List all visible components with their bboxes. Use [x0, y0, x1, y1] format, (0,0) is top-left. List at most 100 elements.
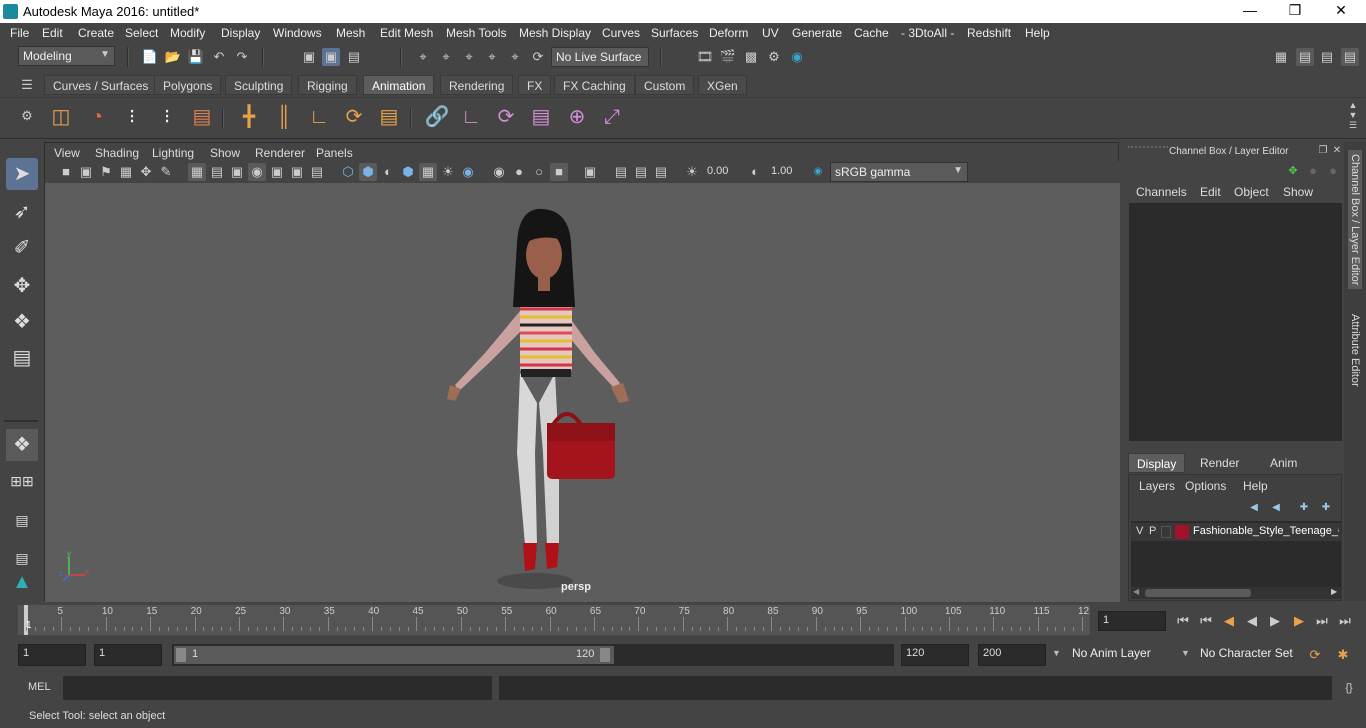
menu-generate[interactable]: Generate: [792, 26, 842, 40]
playback-start-field[interactable]: 1: [94, 644, 162, 666]
channel-list[interactable]: [1129, 203, 1342, 441]
anim-preferences-icon[interactable]: ✱: [1334, 646, 1352, 664]
xray-joints-icon[interactable]: ▤: [612, 163, 630, 181]
vp-menu-lighting[interactable]: Lighting: [152, 146, 194, 160]
field-chart-icon[interactable]: ▣: [268, 163, 286, 181]
mode-selector[interactable]: Modeling ▼: [18, 46, 115, 66]
move-tool-icon[interactable]: ✥: [6, 270, 38, 302]
tab-fx-caching[interactable]: FX Caching: [554, 75, 635, 95]
snap-point-icon[interactable]: ⌖: [460, 48, 478, 66]
isolate-select-icon[interactable]: ▣: [581, 163, 599, 181]
side-tab-attribute-editor[interactable]: Attribute Editor: [1348, 310, 1362, 391]
pole-vector-icon[interactable]: ⤢: [599, 104, 625, 130]
backface-icon[interactable]: ▤: [652, 163, 670, 181]
live-surface-field[interactable]: No Live Surface: [551, 47, 649, 67]
layer-row[interactable]: V P Fashionable_Style_Teenage_Girl: [1131, 523, 1341, 541]
menu-uv[interactable]: UV: [762, 26, 779, 40]
four-view-icon[interactable]: ⊞⊞: [6, 465, 38, 497]
xray-active-icon[interactable]: ▤: [632, 163, 650, 181]
exposure-field[interactable]: 0.00: [703, 163, 741, 181]
range-slider-track[interactable]: 1 120: [172, 644, 894, 666]
aim-constraint-icon[interactable]: ⊕: [564, 104, 590, 130]
camera-icon[interactable]: ■: [57, 163, 75, 181]
character-set-dropdown[interactable]: No Character Set: [1196, 644, 1298, 666]
tab-rendering[interactable]: Rendering: [440, 75, 514, 95]
step-forward-key-icon[interactable]: ⏭: [1313, 612, 1331, 630]
ghost-icon[interactable]: ⁝: [119, 104, 145, 130]
workspace-icon[interactable]: ▦: [1272, 48, 1290, 66]
scroll-left-icon[interactable]: ◀: [1133, 587, 1139, 596]
range-end-grip[interactable]: [600, 648, 610, 662]
menu-windows[interactable]: Windows: [273, 26, 322, 40]
screen-space-ao-icon[interactable]: ◉: [490, 163, 508, 181]
tab-display[interactable]: Display: [1128, 453, 1186, 473]
menu-curves[interactable]: Curves: [602, 26, 640, 40]
rotate-tool-icon[interactable]: ❖: [6, 306, 38, 338]
toggle-attribute-icon[interactable]: ▤: [1318, 48, 1336, 66]
tab-anim[interactable]: Anim: [1262, 453, 1306, 473]
use-all-lights-icon[interactable]: ▦: [419, 163, 437, 181]
layer-color-swatch[interactable]: [1175, 525, 1189, 539]
gear-icon[interactable]: ⚙: [18, 107, 36, 125]
textured-icon[interactable]: ⬢: [399, 163, 417, 181]
motion-trail-icon[interactable]: ◔: [84, 104, 110, 130]
new-layer-selected-icon[interactable]: ✚: [1317, 499, 1335, 517]
gamma-field[interactable]: 1.00: [767, 163, 801, 181]
point-constraint-icon[interactable]: ∟: [458, 104, 484, 130]
cb-layer-icon[interactable]: ●: [1324, 162, 1342, 180]
scale-constraint-icon[interactable]: ▤: [528, 104, 554, 130]
tab-render[interactable]: Render: [1192, 453, 1248, 473]
smooth-shade-icon[interactable]: ⬢: [359, 163, 377, 181]
wireframe-on-shaded-icon[interactable]: ◐: [379, 163, 397, 181]
set-key-rotate-icon[interactable]: ⟳: [341, 104, 367, 130]
make-live-icon[interactable]: ⟳: [529, 48, 547, 66]
menu-3dtoall[interactable]: - 3DtoAll -: [901, 26, 954, 40]
le-menu-options[interactable]: Options: [1185, 479, 1226, 493]
parent-constraint-icon[interactable]: 🔗: [424, 104, 450, 130]
vp-menu-renderer[interactable]: Renderer: [255, 146, 305, 160]
image-plane-icon[interactable]: ▦: [117, 163, 135, 181]
resolution-gate-icon[interactable]: ▣: [228, 163, 246, 181]
go-to-start-icon[interactable]: ⏮: [1174, 612, 1192, 630]
motion-blur-icon[interactable]: ●: [510, 163, 528, 181]
set-key-icon[interactable]: ╋: [236, 104, 262, 130]
grid-icon[interactable]: ▦: [188, 163, 206, 181]
snap-view-plane-icon[interactable]: ⌖: [483, 48, 501, 66]
open-scene-icon[interactable]: 📂: [164, 48, 182, 66]
menu-cache[interactable]: Cache: [854, 26, 889, 40]
render-view-icon[interactable]: 🎞: [696, 48, 714, 66]
animation-end-field[interactable]: 200: [978, 644, 1046, 666]
select-hierarchy-icon[interactable]: ▣: [300, 48, 318, 66]
select-component-icon[interactable]: ▤: [345, 48, 363, 66]
move-layer-up-icon[interactable]: ◀: [1245, 499, 1263, 517]
range-slider-handle[interactable]: [174, 646, 614, 664]
cb-menu-channels[interactable]: Channels: [1136, 185, 1187, 199]
undo-icon[interactable]: ↶: [210, 48, 228, 66]
tab-sculpting[interactable]: Sculpting: [225, 75, 293, 95]
xray-icon[interactable]: ◉: [459, 163, 477, 181]
menu-display[interactable]: Display: [221, 26, 260, 40]
film-gate-icon[interactable]: ▤: [208, 163, 226, 181]
menu-edit-mesh[interactable]: Edit Mesh: [380, 26, 433, 40]
color-space-dropdown[interactable]: sRGB gamma ▼: [830, 162, 968, 182]
vp-menu-view[interactable]: View: [54, 146, 80, 160]
shelf-scroll-icon[interactable]: ▲ ▼ ☰: [1344, 100, 1362, 130]
paint-select-icon[interactable]: ✐: [6, 232, 38, 264]
safe-action-icon[interactable]: ▣: [288, 163, 306, 181]
toggle-channel-box-icon[interactable]: ▤: [1341, 48, 1359, 66]
cb-menu-show[interactable]: Show: [1283, 185, 1313, 199]
cb-menu-edit[interactable]: Edit: [1200, 185, 1221, 199]
antialias-icon[interactable]: ○: [530, 163, 548, 181]
tab-polygons[interactable]: Polygons: [154, 75, 222, 95]
tab-animation[interactable]: Animation: [363, 75, 435, 95]
restore-icon[interactable]: ❐: [1280, 2, 1310, 19]
playback-end-field[interactable]: 120: [901, 644, 969, 666]
exposure-icon[interactable]: ☀: [683, 163, 701, 181]
snap-curve-icon[interactable]: ⌖: [437, 48, 455, 66]
shelf-menu-icon[interactable]: ☰: [18, 76, 36, 94]
set-key-translate-icon[interactable]: ║: [271, 104, 297, 130]
select-object-icon[interactable]: ▣: [322, 48, 340, 66]
menu-help[interactable]: Help: [1025, 26, 1050, 40]
layer-visibility-toggle[interactable]: V: [1136, 525, 1143, 537]
tab-xgen[interactable]: XGen: [698, 75, 747, 95]
